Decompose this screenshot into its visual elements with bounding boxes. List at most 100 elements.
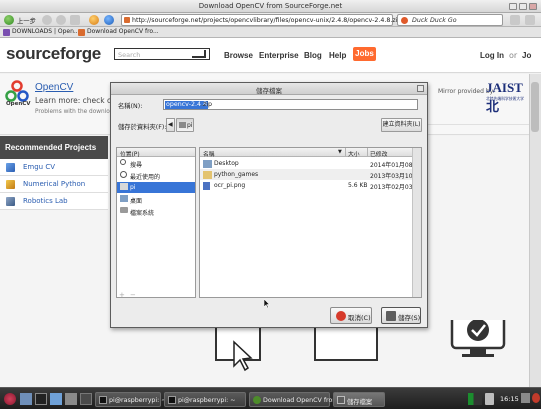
site-favicon-icon (124, 17, 130, 23)
nav-enterprise[interactable]: Enterprise (259, 51, 299, 60)
close-window-button[interactable] (529, 3, 537, 10)
file-list-header: 名稱 ▼ 大小 已修改 (200, 148, 412, 158)
bookmark-downloads[interactable]: DOWNLOADS | Open... (3, 28, 80, 37)
place-home[interactable]: pi (117, 182, 195, 193)
file-manager-icon[interactable] (20, 393, 32, 405)
file-list-scrollbar[interactable] (412, 148, 421, 297)
bookmark-favicon-icon (3, 29, 10, 36)
bookmark-label: DOWNLOADS | Open... (12, 28, 80, 35)
remove-place-icon[interactable]: − (130, 291, 136, 299)
recommended-item-label: Emgu CV (23, 163, 56, 171)
bookmark-icon[interactable] (104, 15, 114, 25)
terminal-icon[interactable] (35, 393, 47, 405)
divider (428, 124, 541, 125)
workspace-icon[interactable] (80, 393, 92, 405)
cancel-button[interactable]: 取消(C) (330, 307, 372, 324)
file-row[interactable]: Desktop 2014年01月08日 (200, 158, 419, 169)
stop-icon[interactable] (70, 15, 80, 25)
bookmark-download-opencv[interactable]: Download OpenCV fro... (78, 28, 159, 37)
task-save-dialog[interactable]: 儲存檔案 (333, 392, 385, 407)
dialog-title: 儲存檔案 (256, 87, 282, 95)
numerical-python-icon (6, 180, 15, 189)
screen-lock-icon[interactable] (521, 393, 530, 403)
task-terminal-1[interactable]: pi@raspberrypi: ~ (95, 392, 167, 407)
home-folder-icon (179, 122, 186, 128)
dialog-title-bar: 儲存檔案 (111, 83, 427, 95)
minimize-button[interactable] (509, 3, 517, 10)
floppy-disk-icon (337, 396, 345, 404)
dialog-close-icon[interactable] (417, 85, 424, 92)
desktop-switch-icon[interactable] (65, 393, 77, 405)
save-button[interactable]: 儲存(S) (381, 307, 421, 324)
search-submit-icon[interactable] (192, 50, 206, 58)
nav-blog[interactable]: Blog (304, 51, 322, 60)
task-terminal-2[interactable]: pi@raspberrypi: ~ (164, 392, 246, 407)
project-name-link[interactable]: OpenCV (35, 82, 73, 93)
task-label: pi@raspberrypi: ~ (109, 396, 167, 404)
sourceforge-logo[interactable]: sourceforge (6, 44, 101, 64)
create-folder-button[interactable]: 建立資料夾(L) (381, 118, 422, 132)
window-title-bar: Download OpenCV from SourceForge.net (0, 0, 541, 13)
menu-icon[interactable] (510, 15, 520, 25)
nav-jobs-button[interactable]: Jobs (353, 47, 376, 61)
maximize-button[interactable] (519, 3, 527, 10)
project-learn-more: Learn more: check out (35, 96, 120, 105)
web-browser-icon[interactable] (50, 393, 62, 405)
nav-help[interactable]: Help (329, 51, 346, 60)
places-footer: + − (116, 291, 196, 300)
place-label: 最近使用的 (130, 173, 161, 181)
column-separator (345, 148, 346, 157)
place-recent[interactable]: 最近使用的 (117, 170, 195, 181)
back-arrow-icon[interactable] (4, 15, 14, 25)
path-crumb-label: pi (187, 122, 193, 129)
places-pane: 位置(P) 搜尋 最近使用的 pi 桌面 檔案系統 (116, 147, 196, 298)
raspberry-menu-icon[interactable] (4, 393, 16, 405)
reload-icon[interactable] (56, 15, 66, 25)
back-label[interactable]: 上一步 (17, 16, 36, 25)
address-bar[interactable]: http://sourceforge.net/projects/opencvli… (121, 14, 434, 26)
download-problems-link[interactable]: Problems with the download? (35, 109, 120, 115)
forward-arrow-icon[interactable] (42, 15, 52, 25)
home-icon[interactable] (89, 15, 99, 25)
power-icon[interactable] (532, 393, 540, 403)
taskbar: pi@raspberrypi: ~ pi@raspberrypi: ~ Down… (0, 387, 541, 409)
downloads-icon[interactable] (525, 15, 535, 25)
place-filesystem[interactable]: 檔案系統 (117, 206, 195, 217)
path-scroll-left-button[interactable]: ◀ (166, 118, 175, 132)
browser-icon (253, 396, 261, 404)
task-browser[interactable]: Download OpenCV from... (249, 392, 344, 407)
chevron-left-icon: ◀ (168, 121, 173, 128)
file-row[interactable]: python_games 2013年03月10日 (200, 169, 419, 180)
file-list: 名稱 ▼ 大小 已修改 Desktop 2014年01月08日 python_g… (199, 147, 422, 298)
column-modified[interactable]: 已修改 (370, 149, 387, 158)
save-label: 儲存(S) (398, 314, 421, 322)
page-scrollbar-thumb[interactable] (531, 82, 539, 132)
floppy-disk-icon (386, 311, 396, 321)
add-place-icon[interactable]: + (119, 291, 125, 299)
jaist-logo[interactable]: JAIST北 北陸先端科学技術大学 (486, 80, 528, 114)
save-file-dialog: 儲存檔案 名稱(N): opencv-2.4.8 .zip 儲存於資料夾(F):… (110, 82, 428, 328)
recommended-item-emgu-cv[interactable]: Emgu CV (0, 159, 108, 176)
drive-icon (120, 207, 128, 213)
sort-arrow-icon: ▼ (338, 149, 342, 155)
bookmark-label: Download OpenCV fro... (87, 28, 159, 35)
join-link[interactable]: Jo (522, 51, 531, 60)
terminal-icon (168, 396, 176, 404)
login-link[interactable]: Log In (480, 51, 504, 60)
search-bar-placeholder: Duck Duck Go (412, 16, 457, 24)
filename-input[interactable]: opencv-2.4.8 .zip (163, 99, 418, 110)
column-name[interactable]: 名稱 (203, 149, 215, 158)
search-bar[interactable]: Duck Duck Go (397, 14, 503, 26)
path-crumb-button[interactable]: pi (176, 118, 194, 132)
place-desktop[interactable]: 桌面 (117, 194, 195, 205)
recommended-item-robotics-lab[interactable]: Robotics Lab (0, 193, 108, 210)
cancel-icon (336, 311, 346, 321)
terminal-icon (99, 396, 107, 404)
nav-browse[interactable]: Browse (224, 51, 253, 60)
file-row[interactable]: ocr_pi.png 5.6 KB 2013年02月03日 (200, 180, 419, 191)
recommended-item-numerical-python[interactable]: Numerical Python (0, 176, 108, 193)
home-folder-icon (120, 183, 128, 190)
network-icon[interactable] (485, 393, 494, 405)
column-size[interactable]: 大小 (348, 149, 360, 158)
place-search[interactable]: 搜尋 (117, 158, 195, 169)
